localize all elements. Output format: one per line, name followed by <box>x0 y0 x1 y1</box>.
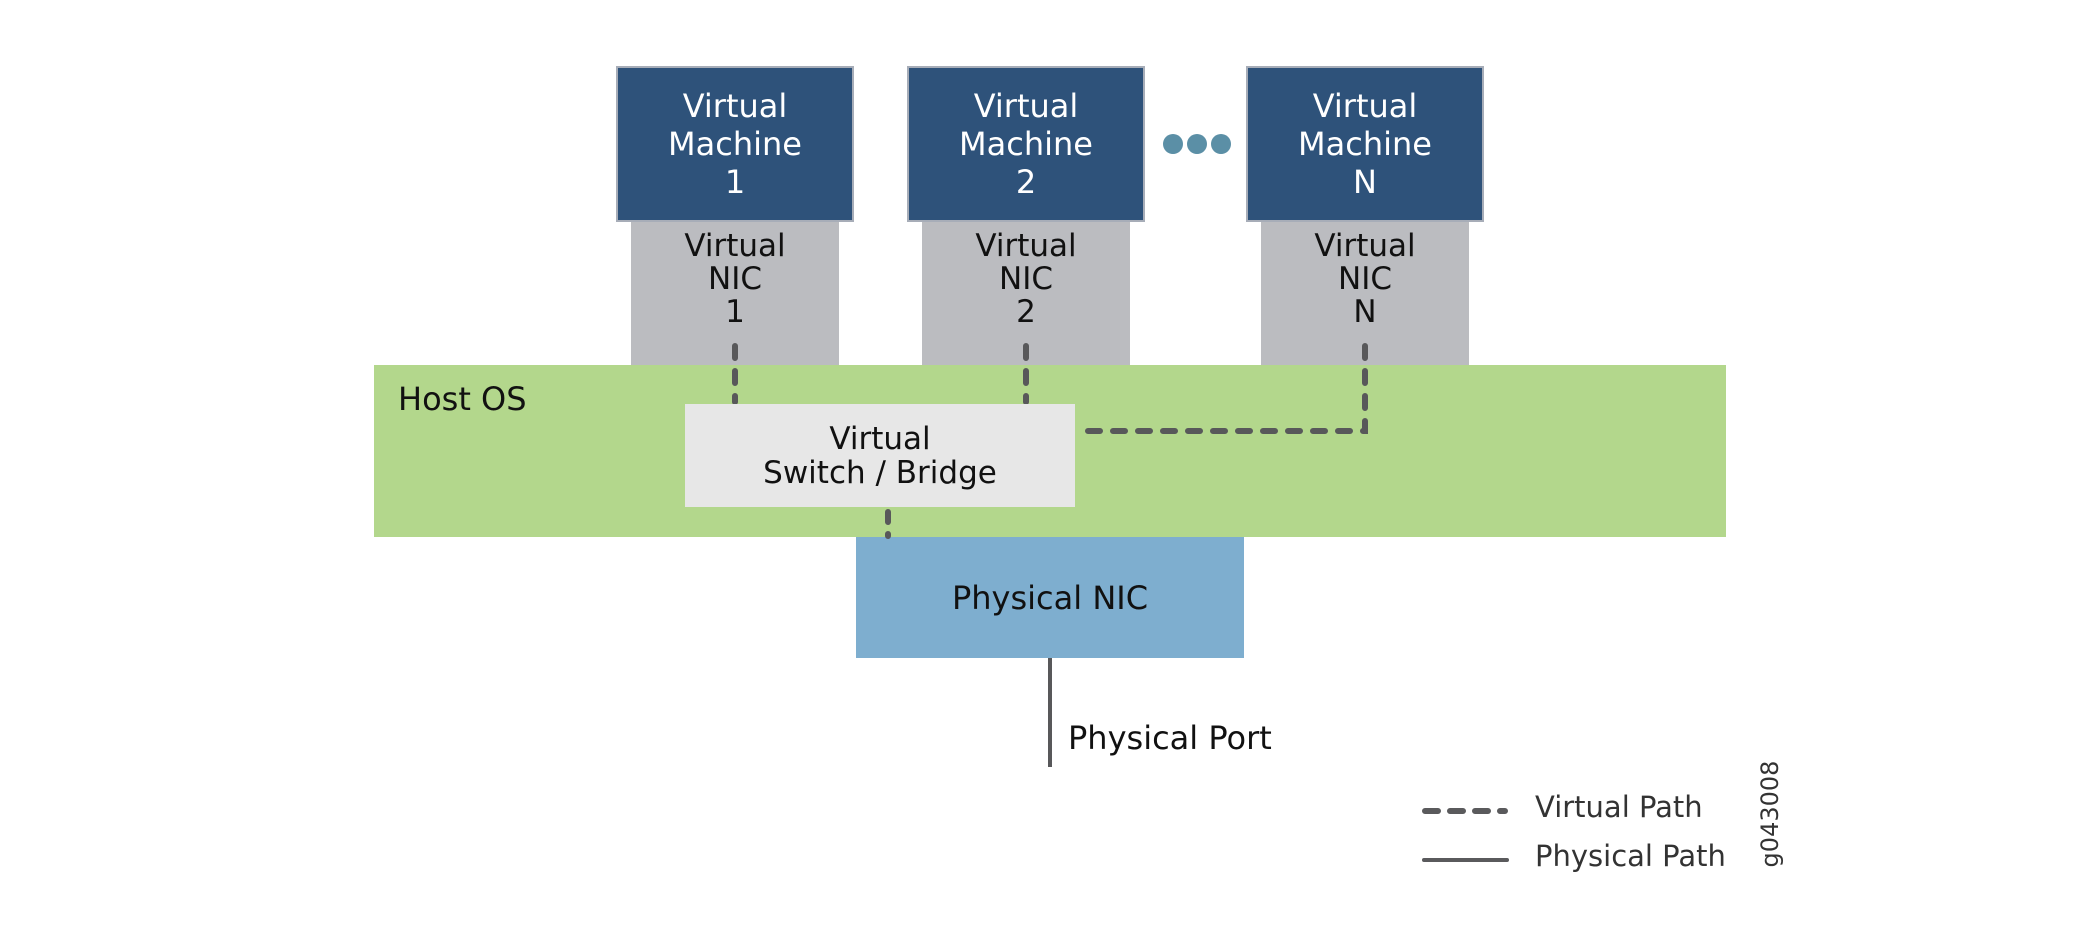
virtual-path-nicn-switch <box>1074 343 1368 434</box>
legend-physical-path-label: Physical Path <box>1535 839 1726 873</box>
legend-virtual-path-label: Virtual Path <box>1535 790 1703 824</box>
virtual-switch-line1: Virtual <box>829 420 931 457</box>
ellipsis-dots-icon <box>1163 134 1231 154</box>
virtual-switch-line2: Switch / Bridge <box>763 454 997 491</box>
physical-port-label: Physical Port <box>1068 719 1272 757</box>
ellipsis-dot <box>1163 134 1183 154</box>
virtual-switch-bridge: Virtual Switch / Bridge <box>685 404 1075 507</box>
figure-id: g043008 <box>1756 760 1784 868</box>
ellipsis-dot <box>1187 134 1207 154</box>
ellipsis-dot <box>1211 134 1231 154</box>
